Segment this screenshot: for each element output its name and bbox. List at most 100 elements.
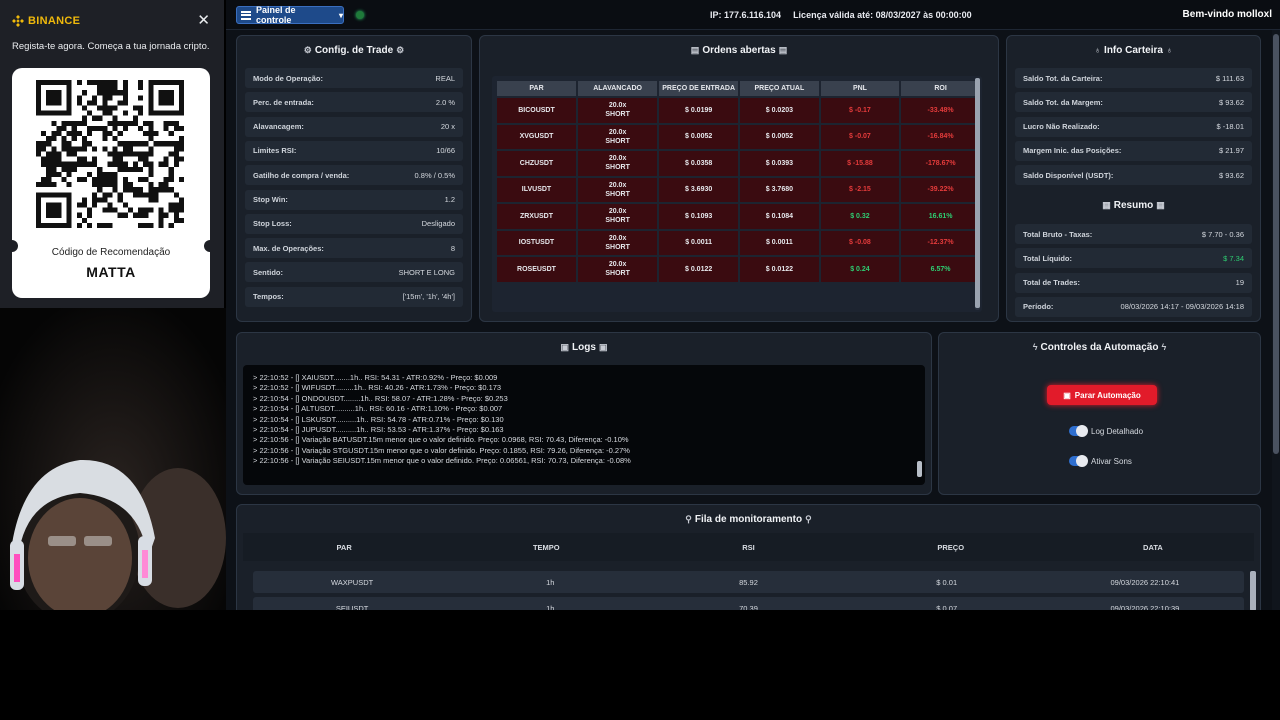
orders-column-header[interactable]: PNL xyxy=(820,81,900,96)
terminal-icon: ▣ xyxy=(598,342,608,352)
order-pair: ILVUSDT xyxy=(497,177,576,202)
monitor-row[interactable]: WAXPUSDT 1h 85.92 $ 0.01 09/03/2026 22:10:41 xyxy=(253,571,1244,593)
config-value: ['15m', '1h', '4h'] xyxy=(402,292,455,302)
order-row[interactable]: ZRXUSDT 20.0x SHORT $ 0.1093 $ 0.1084 $ 0.32 1… xyxy=(497,204,980,229)
monitor-column-header[interactable]: RSI xyxy=(647,543,849,552)
order-current-price: $ 3.7680 xyxy=(740,177,819,202)
config-row: Perc. de entrada: 2.0 % xyxy=(245,92,463,113)
chart-icon: ▦ xyxy=(1102,200,1111,210)
log-line: > 22:10:54 - [] ALTUSDT..........1h.. RS… xyxy=(253,404,503,414)
config-value: 0.8% / 0.5% xyxy=(414,170,455,180)
menu-icon xyxy=(241,10,251,20)
orders-column-header[interactable]: PREÇO ATUAL xyxy=(740,81,819,96)
summary-row: Total Líquido: $ 7.34 xyxy=(1015,248,1252,269)
monitor-cell: 85.92 xyxy=(739,577,758,587)
monitor-column-header[interactable]: PAR xyxy=(243,543,445,552)
summary-key: Total de Trades: xyxy=(1023,278,1080,288)
monitor-cell: WAXPUSDT xyxy=(330,577,374,587)
orders-table: PAR ALAVANCADO PREÇO DE ENTRADA PREÇO ATUAL… xyxy=(495,79,982,284)
trade-config-card: ⚙ Config. de Trade ⚙ Modo de Operação: REAL… xyxy=(236,35,472,322)
order-row[interactable]: CHZUSDT 20.0x SHORT $ 0.0358 $ 0.0393 $ -15.8… xyxy=(497,151,980,176)
order-roi: -33.48% xyxy=(901,98,980,123)
log-line: > 22:10:54 - [] ONDOUSDT........1h.. RSI… xyxy=(253,393,508,403)
summary-row: Período: 08/03/2026 14:17 - 09/03/2026 14… xyxy=(1015,296,1252,317)
lightning-icon: ϟ xyxy=(1161,342,1167,352)
binance-referral-overlay: BINANCE ✕ Regista-te agora. Começa a tua… xyxy=(0,0,224,308)
page-scrollbar[interactable] xyxy=(1272,30,1280,610)
orders-scrollbar[interactable] xyxy=(975,78,980,310)
summary-value: 19 xyxy=(1235,278,1244,288)
sound-toggle[interactable] xyxy=(1069,455,1088,467)
config-value: 8 xyxy=(450,243,455,253)
order-leverage: 20.0x SHORT xyxy=(577,230,658,255)
order-row[interactable]: BICOUSDT 20.0x SHORT $ 0.0199 $ 0.0203 $ -0.1… xyxy=(497,98,980,123)
wallet-key: Margem Inic. das Posições: xyxy=(1023,146,1122,156)
order-leverage-value: 20.0x xyxy=(608,128,627,136)
binance-logo: BINANCE xyxy=(12,15,80,27)
stop-automation-button[interactable]: ▣ Parar Automação xyxy=(1047,385,1157,405)
monitor-row[interactable]: SEIUSDT 1h 70.39 $ 0.07 09/03/2026 22:10:39 xyxy=(253,597,1244,610)
money-bag-icon: ♁ xyxy=(1165,45,1173,55)
control-panel-dropdown[interactable]: Painel de controle ▾ xyxy=(236,5,344,25)
control-panel-label: Painel de controle xyxy=(255,5,296,25)
order-current-price: $ 0.0393 xyxy=(740,151,819,176)
trading-dashboard: Painel de controle ▾ IP: 177.6.116.104 Li… xyxy=(226,0,1280,610)
order-row[interactable]: ILVUSDT 20.0x SHORT $ 3.6930 $ 3.7680 $ -2.15… xyxy=(497,177,980,202)
wallet-key: Saldo Disponível (USDT): xyxy=(1023,170,1114,180)
order-side: SHORT xyxy=(605,137,630,145)
gear-icon: ⚙ xyxy=(303,45,312,55)
config-row: Sentido: SHORT E LONG xyxy=(245,262,463,283)
monitoring-scrollbar[interactable] xyxy=(1250,571,1256,610)
log-line: > 22:10:52 - [] WIFUSDT.........1h.. RSI… xyxy=(253,383,502,393)
monitor-column-header[interactable]: PREÇO xyxy=(850,543,1052,552)
wallet-row: Lucro Não Realizado: $ -18.01 xyxy=(1015,116,1252,137)
config-value: 2.0 % xyxy=(435,97,455,107)
orders-column-header[interactable]: PREÇO DE ENTRADA xyxy=(659,81,739,96)
config-key: Modo de Operação: xyxy=(253,73,324,83)
log-line: > 22:10:54 - [] JUPUSDT..........1h.. RS… xyxy=(253,425,504,435)
qr-code[interactable] xyxy=(36,80,184,228)
detailed-log-toggle[interactable] xyxy=(1069,425,1088,437)
summary-value: $ 7.34 xyxy=(1223,253,1244,263)
monitor-column-header[interactable]: TEMPO xyxy=(445,543,647,552)
config-value: REAL xyxy=(435,73,455,83)
config-row: Modo de Operação: REAL xyxy=(245,68,463,88)
open-orders-card: ▤ Ordens abertas ▤ PAR ALAVANCADO PREÇO DE E… xyxy=(479,35,999,322)
order-leverage-value: 20.0x xyxy=(608,181,627,189)
document-icon: ▤ xyxy=(778,45,788,55)
order-row[interactable]: XVGUSDT 20.0x SHORT $ 0.0052 $ 0.0052 $ -0.07… xyxy=(497,124,980,149)
orders-column-header[interactable]: ALAVANCADO xyxy=(577,81,658,96)
log-console[interactable]: > 22:10:52 - [] XAIUSDT........1h.. RSI:… xyxy=(243,365,925,485)
config-value: 10/66 xyxy=(436,146,455,156)
monitor-column-header[interactable]: DATA xyxy=(1052,543,1254,552)
order-entry-price: $ 0.0011 xyxy=(659,230,739,255)
order-entry-price: $ 0.1093 xyxy=(659,204,739,229)
order-row[interactable]: IOSTUSDT 20.0x SHORT $ 0.0011 $ 0.0011 $ -0.0… xyxy=(497,230,980,255)
log-scrollbar[interactable] xyxy=(917,461,922,477)
order-pair: ROSEUSDT xyxy=(497,257,576,282)
order-entry-price: $ 3.6930 xyxy=(659,177,739,202)
order-roi: 6.57% xyxy=(901,257,980,282)
order-roi: -16.84% xyxy=(901,124,980,149)
order-row[interactable]: ROSEUSDT 20.0x SHORT $ 0.0122 $ 0.0122 $ 0.24… xyxy=(497,257,980,282)
config-value: 20 x xyxy=(440,122,455,132)
order-leverage: 20.0x SHORT xyxy=(577,257,658,282)
binance-logo-icon xyxy=(12,15,24,27)
gear-icon: ⚙ xyxy=(396,45,405,55)
wallet-row: Saldo Disponível (USDT): $ 93.62 xyxy=(1015,165,1252,186)
orders-column-header[interactable]: PAR xyxy=(497,81,576,96)
orders-column-header[interactable]: ROI xyxy=(901,81,980,96)
monitoring-queue-card: ⚲ Fila de monitoramento ⚲ PAR TEMPO RSI PREÇO… xyxy=(236,504,1261,610)
summary-title: ▦ Resumo ▦ xyxy=(1102,200,1165,211)
monitor-cell: 09/03/2026 22:10:41 xyxy=(1110,577,1180,587)
binance-subtitle: Regista-te agora. Começa a tua jornada c… xyxy=(12,41,210,52)
order-entry-price: $ 0.0199 xyxy=(659,98,739,123)
order-entry-price: $ 0.0358 xyxy=(659,151,739,176)
config-key: Max. de Operações: xyxy=(253,243,324,253)
summary-value: $ 7.70 - 0.36 xyxy=(1201,229,1244,239)
close-icon[interactable]: ✕ xyxy=(197,11,210,29)
wallet-key: Saldo Tot. da Margem: xyxy=(1023,97,1103,107)
config-key: Sentido: xyxy=(253,267,283,277)
log-line: > 22:10:54 - [] LSKUSDT..........1h.. RS… xyxy=(253,414,504,424)
order-roi: 16.61% xyxy=(901,204,980,229)
